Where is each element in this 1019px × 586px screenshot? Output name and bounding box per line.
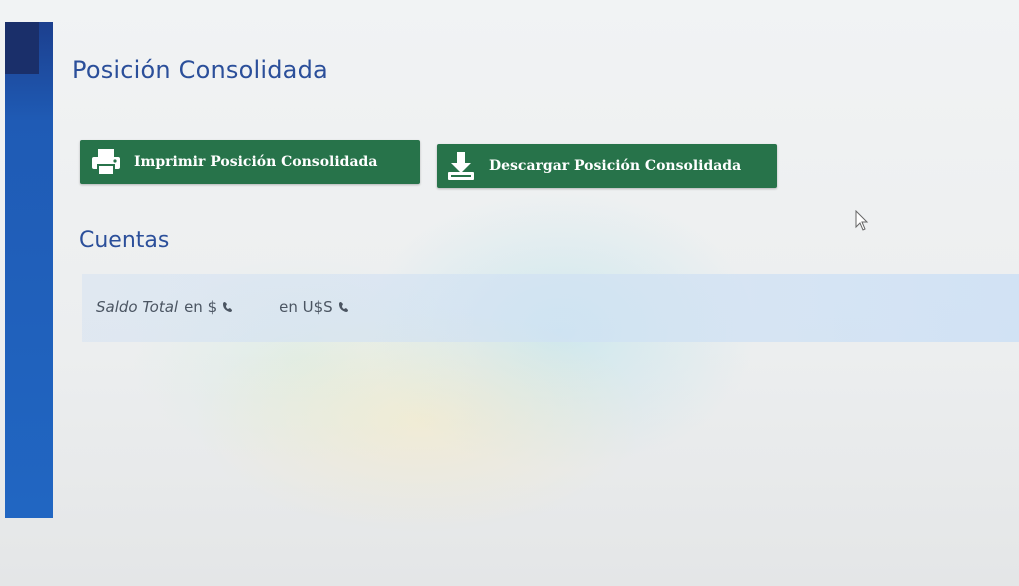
spinner-icon [337,300,351,314]
accounts-title: Cuentas [79,228,170,253]
sidebar-header [5,22,39,74]
screen: Posición Consolidada Imprimir Posición C… [0,0,1019,586]
printer-icon [88,144,124,180]
spinner-icon [221,300,235,314]
print-button-label: Imprimir Posición Consolidada [134,154,378,170]
balance-label: Saldo Total [96,298,179,316]
dollars-label: en U$S [279,298,333,316]
download-button[interactable]: Descargar Posición Consolidada [437,144,777,188]
sidebar[interactable] [5,22,53,518]
print-button[interactable]: Imprimir Posición Consolidada [80,140,420,184]
download-icon [443,148,479,184]
balance-row: Saldo Total en $ en U$S [96,298,351,316]
mouse-cursor-icon [855,209,869,232]
download-button-label: Descargar Posición Consolidada [489,158,742,174]
pesos-label: en $ [184,298,218,316]
page-title: Posición Consolidada [72,56,328,84]
